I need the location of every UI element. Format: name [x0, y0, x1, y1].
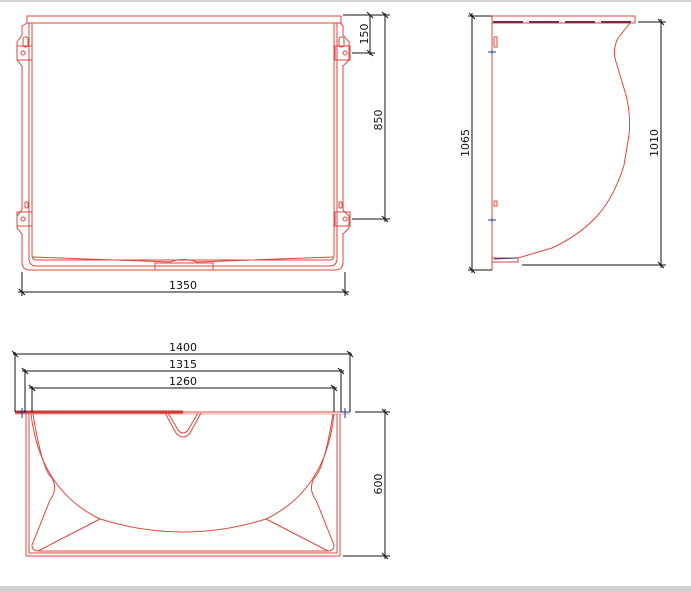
bracket: [16, 36, 33, 61]
dimension-label: 600: [372, 474, 385, 495]
dimension-1260: 1260: [28, 375, 338, 412]
bottom-border: [0, 586, 691, 592]
dimension-label: 1260: [169, 375, 197, 388]
front-view-bowl: [30, 413, 335, 533]
top-view-inner-frame-2: [31, 23, 335, 261]
dimension-600: 600: [343, 408, 390, 560]
top-view-outer-frame: [16, 22, 350, 271]
dimension-1350: 1350: [18, 272, 349, 296]
side-view-curve: [517, 22, 631, 259]
dimension-label: 1315: [169, 358, 197, 371]
dimension-label: 1400: [169, 341, 197, 354]
dimension-label: 1065: [459, 129, 472, 157]
top-view-inner-frame-1: [28, 23, 338, 267]
front-view-body: [25, 414, 341, 557]
front-view: 1400 1315 1260 600: [11, 341, 390, 560]
side-view: 1065 1010: [459, 12, 666, 274]
front-view-left-panel: [31, 413, 101, 552]
dimension-label: 1010: [648, 129, 661, 157]
dimension-label: 1350: [169, 279, 197, 292]
top-view-top-rail: [26, 15, 342, 24]
dimension-label: 850: [372, 110, 385, 131]
technical-drawing: 150 850 1350 1065 1010 1400 1315 1260 60…: [11, 11, 666, 560]
dimension-1010: 1010: [522, 18, 666, 269]
dimension-1065: 1065: [459, 12, 492, 274]
top-view: 150 850 1350: [16, 11, 390, 296]
front-view-right-panel: [265, 413, 335, 552]
dimension-label: 150: [358, 24, 371, 45]
